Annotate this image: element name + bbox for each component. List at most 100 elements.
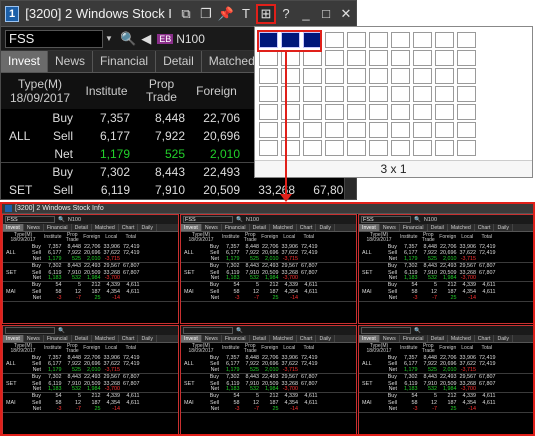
tab-daily[interactable]: Daily (138, 224, 157, 231)
layout-cell[interactable] (435, 122, 454, 138)
layout-cell[interactable] (325, 86, 344, 102)
tab-financial[interactable]: Financial (93, 51, 157, 72)
tab-detail[interactable]: Detail (428, 335, 448, 342)
layout-cell[interactable] (457, 68, 476, 84)
tab-daily[interactable]: Daily (138, 335, 157, 342)
tab-daily[interactable]: Daily (316, 224, 335, 231)
layout-cell[interactable] (391, 122, 410, 138)
search-icon[interactable]: 🔍 (58, 217, 65, 223)
tab-news[interactable]: News (48, 51, 94, 72)
layout-cell[interactable] (347, 86, 366, 102)
layout-cell[interactable] (457, 104, 476, 120)
layout-cell[interactable] (457, 50, 476, 66)
layout-cell[interactable] (325, 122, 344, 138)
layout-cell[interactable] (413, 50, 432, 66)
tab-detail[interactable]: Detail (250, 335, 270, 342)
search-icon[interactable]: 🔍 (236, 217, 243, 223)
tab-chart[interactable]: Chart (475, 224, 495, 231)
layout-cell[interactable] (303, 140, 322, 156)
layout-cell[interactable] (281, 122, 300, 138)
tab-news[interactable]: News (24, 335, 44, 342)
layout-cell[interactable] (391, 50, 410, 66)
layout-cell[interactable] (303, 104, 322, 120)
pin-icon[interactable]: 📌 (216, 4, 236, 24)
help-icon[interactable]: ? (276, 4, 296, 24)
tab-daily[interactable]: Daily (494, 224, 513, 231)
tab-daily[interactable]: Daily (494, 335, 513, 342)
tab-news[interactable]: News (380, 335, 400, 342)
layout-cell[interactable] (281, 68, 300, 84)
tab-news[interactable]: News (202, 335, 222, 342)
layout-cell[interactable] (457, 32, 476, 48)
bottom-window-titlebar[interactable]: [3200] 2 Windows Stock Info (2, 204, 533, 214)
layout-cell[interactable] (435, 50, 454, 66)
tab-chart[interactable]: Chart (297, 335, 317, 342)
pane-symbol-input[interactable]: FSS (183, 216, 233, 223)
tab-detail[interactable]: Detail (72, 335, 92, 342)
tab-financial[interactable]: Financial (44, 224, 72, 231)
pane-symbol-input[interactable] (5, 327, 55, 334)
layout-cell[interactable] (325, 50, 344, 66)
layout-cell[interactable] (369, 104, 388, 120)
tab-news[interactable]: News (202, 224, 222, 231)
tab-financial[interactable]: Financial (400, 224, 428, 231)
text-icon[interactable]: T (236, 4, 256, 24)
layout-cell[interactable] (435, 32, 454, 48)
tab-matched[interactable]: Matched (448, 335, 475, 342)
restore-icon[interactable]: ⧉ (176, 4, 196, 24)
layout-cell[interactable] (347, 32, 366, 48)
tab-news[interactable]: News (24, 224, 44, 231)
layout-cell[interactable] (413, 68, 432, 84)
layout-cell[interactable] (281, 140, 300, 156)
tab-news[interactable]: News (380, 224, 400, 231)
layout-cell[interactable] (347, 50, 366, 66)
search-icon[interactable]: 🔍 (120, 31, 136, 47)
tab-invest[interactable]: Invest (3, 224, 24, 231)
layout-cell[interactable] (369, 68, 388, 84)
layout-cell[interactable] (303, 86, 322, 102)
symbol-dropdown-icon[interactable]: ▼ (103, 30, 115, 48)
close-icon[interactable]: ✕ (336, 4, 356, 24)
copy-icon[interactable]: ❐ (196, 4, 216, 24)
layout-cell[interactable] (391, 104, 410, 120)
tab-detail[interactable]: Detail (72, 224, 92, 231)
tab-matched[interactable]: Matched (270, 224, 297, 231)
layout-cell[interactable] (259, 104, 278, 120)
tab-financial[interactable]: Financial (400, 335, 428, 342)
maximize-icon[interactable]: □ (316, 4, 336, 24)
tab-matched[interactable]: Matched (92, 335, 119, 342)
minimize-icon[interactable]: _ (296, 4, 316, 24)
tab-matched[interactable]: Matched (270, 335, 297, 342)
tab-daily[interactable]: Daily (316, 335, 335, 342)
search-icon[interactable]: 🔍 (236, 328, 243, 334)
tab-chart[interactable]: Chart (297, 224, 317, 231)
layout-cell[interactable] (413, 104, 432, 120)
layout-cell[interactable] (369, 140, 388, 156)
layout-cell[interactable] (457, 140, 476, 156)
pane-symbol-input[interactable] (361, 327, 411, 334)
tab-detail[interactable]: Detail (156, 51, 202, 72)
search-icon[interactable]: 🔍 (414, 217, 421, 223)
layout-cell[interactable] (391, 68, 410, 84)
layout-cell[interactable] (435, 104, 454, 120)
layout-cell[interactable] (281, 104, 300, 120)
speaker-icon[interactable]: ◀ (141, 31, 151, 47)
layout-cell[interactable] (259, 50, 278, 66)
layout-cell[interactable] (347, 104, 366, 120)
layout-cell[interactable] (325, 104, 344, 120)
tab-chart[interactable]: Chart (475, 335, 495, 342)
layout-cell[interactable] (413, 140, 432, 156)
grid-layout-icon[interactable]: ⊞ (256, 3, 276, 24)
layout-cell[interactable] (259, 86, 278, 102)
layout-cell[interactable] (347, 122, 366, 138)
tab-invest[interactable]: Invest (359, 224, 380, 231)
layout-cell[interactable] (325, 140, 344, 156)
tab-invest[interactable]: Invest (181, 224, 202, 231)
tab-invest[interactable]: Invest (1, 51, 49, 72)
layout-cell[interactable] (413, 86, 432, 102)
layout-cell[interactable] (435, 86, 454, 102)
layout-cell[interactable] (457, 122, 476, 138)
layout-cell[interactable] (369, 122, 388, 138)
tab-chart[interactable]: Chart (119, 335, 139, 342)
layout-cell[interactable] (259, 140, 278, 156)
